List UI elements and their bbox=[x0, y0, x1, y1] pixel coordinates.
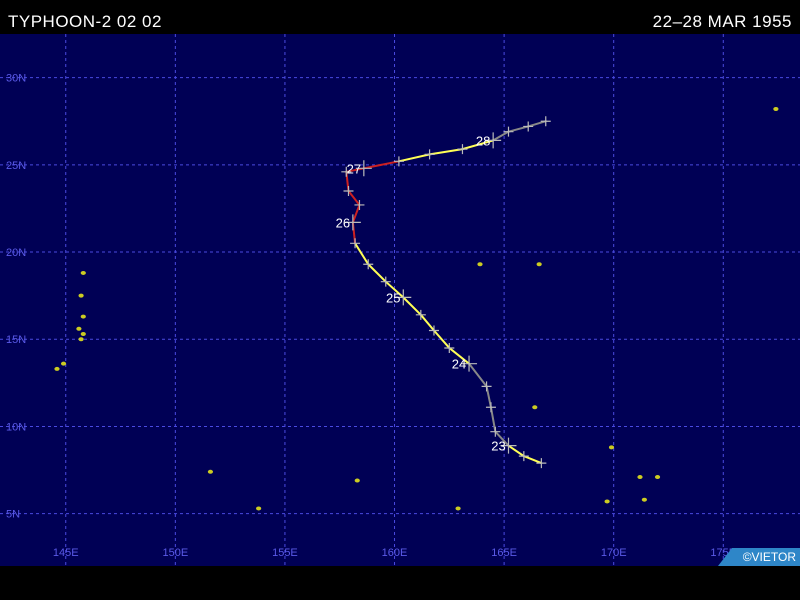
marshall-islands-island bbox=[654, 475, 661, 480]
mariana-islands-island bbox=[80, 332, 86, 337]
mariana-islands-island bbox=[80, 314, 86, 319]
day-label: 26 bbox=[336, 215, 350, 230]
marshall-islands-island bbox=[637, 475, 643, 480]
wake-island-island bbox=[536, 262, 542, 267]
lon-label: 160E bbox=[382, 547, 408, 559]
lat-label: 10N bbox=[6, 421, 26, 433]
lat-label: 20N bbox=[6, 247, 26, 259]
day-label: 28 bbox=[476, 133, 490, 148]
lon-label: 150E bbox=[162, 547, 188, 559]
marcus-island-island bbox=[477, 262, 483, 267]
mariana-islands-island bbox=[76, 326, 82, 331]
lon-label: 145E bbox=[53, 547, 79, 559]
day-label: 25 bbox=[386, 290, 400, 305]
lat-label: 15N bbox=[6, 334, 26, 346]
midway-island bbox=[773, 107, 779, 112]
caroline-islands-island bbox=[207, 469, 214, 474]
storm-name: TYPHOON-2 02 02 bbox=[8, 12, 162, 31]
day-label: 23 bbox=[491, 439, 505, 454]
marshall-islands-island bbox=[604, 499, 610, 504]
mariana-islands-island bbox=[54, 366, 60, 371]
mariana-islands-island bbox=[78, 337, 84, 342]
day-label: 24 bbox=[452, 357, 466, 372]
day-label: 27 bbox=[347, 161, 361, 176]
lon-label: 155E bbox=[272, 547, 298, 559]
mariana-islands-island bbox=[78, 293, 84, 298]
credit-badge: ©VIETOR bbox=[718, 548, 800, 566]
lon-label: 165E bbox=[491, 547, 517, 559]
lat-label: 5N bbox=[6, 509, 20, 521]
track-map: 23 24 25 26 27 28 30N 25N 20N 15N 10N 5N 145E 150E 15… bbox=[0, 34, 800, 566]
caroline-islands-island bbox=[455, 506, 461, 511]
marshall-islands-island bbox=[641, 497, 647, 502]
mariana-islands-island bbox=[80, 270, 86, 275]
lat-label: 30N bbox=[6, 73, 26, 85]
date-range: 22–28 MAR 1955 bbox=[652, 12, 792, 31]
lon-label: 170E bbox=[601, 547, 627, 559]
marshall-islands-island bbox=[532, 405, 538, 410]
lat-label: 25N bbox=[6, 160, 26, 172]
mariana-islands-island bbox=[60, 361, 67, 366]
caroline-islands-island bbox=[256, 506, 262, 511]
caroline-islands-island bbox=[354, 478, 360, 483]
marshall-islands-island bbox=[608, 445, 615, 450]
